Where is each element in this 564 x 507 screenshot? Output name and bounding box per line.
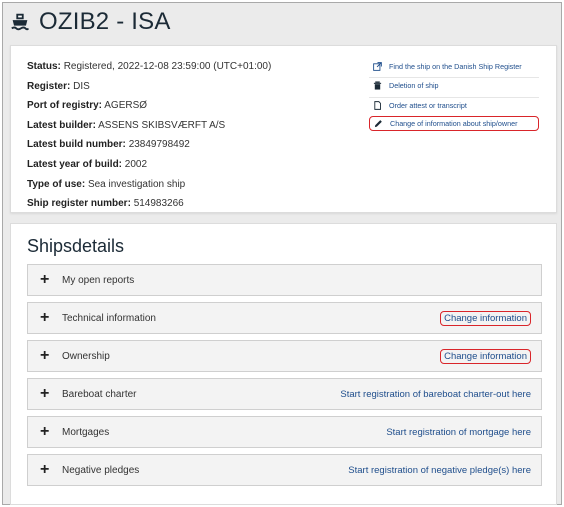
info-row-register: Register: DIS [27, 80, 271, 93]
info-value: 514983266 [133, 198, 184, 210]
info-row-builder: Latest builder: ASSENS SKIBSVÆRFT A/S [27, 119, 271, 132]
action-label: Change of information about ship/owner [390, 118, 518, 128]
info-key: Status: [27, 61, 61, 72]
accordion-bareboat-charter[interactable]: + Bareboat charter Start registration of… [27, 378, 542, 410]
info-value: DIS [73, 80, 90, 92]
pencil-icon [374, 120, 382, 127]
bareboat-charter-link[interactable]: Start registration of bareboat charter-o… [340, 389, 531, 400]
accordion-ownership[interactable]: + Ownership Change information [27, 340, 542, 372]
info-value: AGERSØ [104, 100, 148, 112]
accordion-label: Negative pledges [62, 464, 140, 476]
accordion-label: Bareboat charter [62, 388, 137, 400]
order-attest-link[interactable]: Order attest or transcript [369, 96, 539, 113]
change-info-link[interactable]: Change of information about ship/owner [369, 115, 539, 131]
info-key: Register: [27, 80, 71, 92]
info-value: ASSENS SKIBSVÆRFT A/S [98, 119, 226, 131]
mortgage-link[interactable]: Start registration of mortgage here [386, 427, 531, 438]
ship-actions: Find the ship on the Danish Ship Registe… [369, 58, 539, 134]
external-link-icon [373, 61, 382, 71]
info-row-type-of-use: Type of use: Sea investigation ship [27, 178, 271, 191]
info-row-register-number: Ship register number: 514983266 [27, 197, 271, 210]
info-value: 2002 [124, 158, 148, 170]
trash-icon [373, 81, 382, 90]
info-key: Latest year of build: [27, 158, 123, 170]
action-label: Deletion of ship [389, 81, 439, 91]
info-key: Ship register number: [27, 198, 131, 210]
plus-icon: + [40, 309, 50, 326]
info-key: Type of use: [27, 178, 86, 190]
accordion-label: Technical information [62, 312, 156, 324]
plus-icon: + [40, 347, 50, 364]
page-frame: OZIB2 - ISA Status: Registered, 2022-12-… [2, 2, 562, 505]
change-ownership-link[interactable]: Change information [440, 348, 531, 364]
accordion-label: My open reports [62, 274, 135, 286]
info-key: Port of registry: [27, 100, 103, 112]
info-row-build-year: Latest year of build: 2002 [27, 158, 271, 171]
ship-info-card: Status: Registered, 2022-12-08 23:59:00 … [10, 45, 557, 213]
document-icon [374, 100, 381, 110]
plus-icon: + [40, 385, 50, 402]
section-title: Shipsdetails [27, 236, 125, 256]
ship-icon [11, 13, 30, 31]
info-row-status: Status: Registered, 2022-12-08 23:59:00 … [27, 60, 271, 73]
accordion-technical-information[interactable]: + Technical information Change informati… [27, 302, 542, 334]
action-label: Order attest or transcript [389, 100, 467, 110]
info-value: 23849798492 [128, 139, 190, 151]
accordion-label: Ownership [62, 350, 110, 362]
info-key: Latest build number: [27, 139, 126, 151]
action-label: Find the ship on the Danish Ship Registe… [389, 61, 522, 71]
info-row-port: Port of registry: AGERSØ [27, 99, 271, 112]
negative-pledge-link[interactable]: Start registration of negative pledge(s)… [348, 465, 531, 476]
info-value: Sea investigation ship [87, 178, 186, 190]
shipsdetails-card: Shipsdetails + My open reports + Technic… [10, 223, 557, 505]
info-row-build-number: Latest build number: 23849798492 [27, 138, 271, 151]
find-ship-link[interactable]: Find the ship on the Danish Ship Registe… [369, 58, 539, 74]
accordion-mortgages[interactable]: + Mortgages Start registration of mortga… [27, 416, 542, 448]
ship-info-list: Status: Registered, 2022-12-08 23:59:00 … [27, 60, 271, 217]
page-header: OZIB2 - ISA [9, 7, 171, 37]
accordion-negative-pledges[interactable]: + Negative pledges Start registration of… [27, 454, 542, 486]
plus-icon: + [40, 461, 50, 478]
info-value: Registered, 2022-12-08 23:59:00 (UTC+01:… [63, 61, 272, 72]
change-technical-information-link[interactable]: Change information [440, 310, 531, 326]
delete-ship-link[interactable]: Deletion of ship [369, 77, 539, 93]
accordion-label: Mortgages [62, 426, 110, 438]
accordion-my-open-reports[interactable]: + My open reports [27, 264, 542, 296]
info-key: Latest builder: [27, 119, 96, 131]
plus-icon: + [40, 423, 50, 440]
plus-icon: + [40, 271, 50, 288]
page-title: OZIB2 - ISA [39, 8, 171, 35]
